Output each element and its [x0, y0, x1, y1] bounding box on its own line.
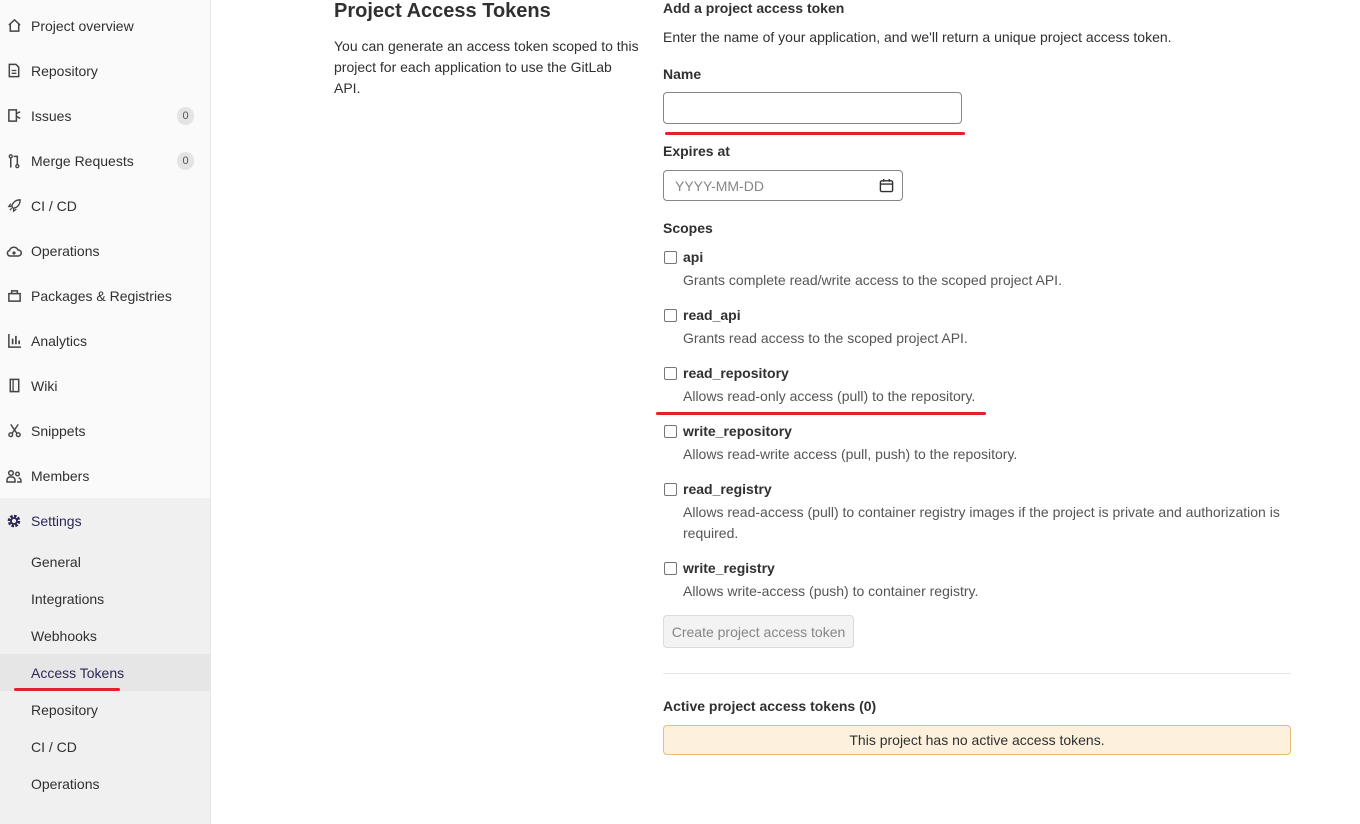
- scope-read-registry-checkbox[interactable]: [664, 483, 677, 496]
- sidebar-item-wiki[interactable]: Wiki: [0, 363, 210, 408]
- settings-sub-item-repository[interactable]: Repository: [0, 691, 210, 728]
- scope-write-registry-checkbox[interactable]: [664, 562, 677, 575]
- settings-sub-item-ci-cd[interactable]: CI / CD: [0, 728, 210, 765]
- settings-sub-item-general[interactable]: General: [0, 543, 210, 580]
- sidebar-item-label: Project overview: [31, 17, 134, 34]
- sidebar-item-label: Repository: [31, 62, 98, 79]
- scope-name[interactable]: api: [683, 249, 703, 265]
- settings-sub-item-webhooks[interactable]: Webhooks: [0, 617, 210, 654]
- sidebar-item-label: Packages & Registries: [31, 287, 172, 304]
- expires-at-label: Expires at: [663, 143, 730, 159]
- scopes-label: Scopes: [663, 220, 713, 236]
- scope-api-checkbox[interactable]: [664, 251, 677, 264]
- sidebar-item-label: Merge Requests: [31, 152, 134, 169]
- expires-at-input[interactable]: [663, 170, 903, 201]
- sidebar-item-merge-requests[interactable]: Merge Requests 0: [0, 138, 210, 183]
- issues-icon: [6, 108, 22, 124]
- page-title: Project Access Tokens: [334, 0, 551, 22]
- sidebar-item-packages-registries[interactable]: Packages & Registries: [0, 273, 210, 318]
- create-token-button[interactable]: Create project access token: [663, 615, 854, 648]
- scope-description: Allows read-only access (pull) to the re…: [683, 388, 976, 404]
- home-icon: [6, 18, 22, 34]
- settings-sub-item-integrations[interactable]: Integrations: [0, 580, 210, 617]
- issues-count-badge: 0: [177, 106, 194, 125]
- package-icon: [6, 288, 22, 304]
- sidebar-item-label: Snippets: [31, 422, 86, 439]
- sidebar-item-issues[interactable]: Issues 0: [0, 93, 210, 138]
- annotation-underline-access-tokens: [14, 688, 120, 691]
- sidebar-item-ci-cd[interactable]: CI / CD: [0, 183, 210, 228]
- scope-description: Allows write-access (push) to container …: [683, 583, 979, 599]
- scope-name[interactable]: write_repository: [683, 423, 792, 439]
- name-label: Name: [663, 66, 702, 82]
- scope-description: Grants complete read/write access to the…: [683, 272, 1062, 288]
- scope-name[interactable]: read_repository: [683, 365, 789, 381]
- sidebar-item-operations[interactable]: Operations: [0, 228, 210, 273]
- cloud-gear-icon: [6, 243, 22, 259]
- sidebar: Project overview Repository Issues 0 Mer…: [0, 0, 211, 824]
- settings-sub-item-label: Webhooks: [31, 627, 97, 644]
- scope-read-repository-checkbox[interactable]: [664, 367, 677, 380]
- calendar-icon[interactable]: [879, 178, 894, 193]
- scope-read-api-checkbox[interactable]: [664, 309, 677, 322]
- sidebar-item-repository[interactable]: Repository: [0, 48, 210, 93]
- scope-name[interactable]: read_api: [683, 307, 741, 323]
- sidebar-item-label: Issues: [31, 107, 72, 124]
- merge-request-icon: [6, 153, 22, 169]
- active-tokens-heading: Active project access tokens (0): [663, 698, 877, 714]
- token-name-input[interactable]: [663, 92, 962, 124]
- sidebar-item-analytics[interactable]: Analytics: [0, 318, 210, 363]
- page-description: You can generate an access token scoped …: [334, 38, 639, 96]
- rocket-icon: [6, 198, 22, 214]
- chart-icon: [6, 333, 22, 349]
- settings-sub-item-label: Operations: [31, 775, 100, 792]
- book-icon: [6, 378, 22, 394]
- annotation-underline-read-repository: [656, 412, 986, 415]
- sidebar-item-label: CI / CD: [31, 197, 77, 214]
- settings-sub-item-label: Access Tokens: [31, 664, 125, 681]
- scope-write-repository-checkbox[interactable]: [664, 425, 677, 438]
- sidebar-item-label: Operations: [31, 242, 100, 259]
- empty-tokens-alert: This project has no active access tokens…: [663, 725, 1291, 755]
- settings-sub-item-access-tokens[interactable]: Access Tokens: [0, 654, 210, 691]
- sidebar-item-settings[interactable]: Settings: [0, 498, 210, 543]
- settings-sub-item-label: Repository: [31, 701, 98, 718]
- divider: [663, 673, 1291, 674]
- sidebar-item-label: Settings: [31, 512, 82, 529]
- sidebar-item-label: Members: [31, 467, 90, 484]
- users-icon: [6, 468, 22, 484]
- sidebar-item-members[interactable]: Members: [0, 453, 210, 498]
- document-icon: [6, 63, 22, 79]
- scope-name[interactable]: write_registry: [683, 560, 775, 576]
- merge-requests-count-badge: 0: [177, 151, 194, 170]
- scissors-icon: [6, 423, 22, 439]
- sidebar-item-snippets[interactable]: Snippets: [0, 408, 210, 453]
- form-heading: Add a project access token: [663, 0, 845, 16]
- form-intro: Enter the name of your application, and …: [663, 29, 1172, 45]
- sidebar-item-label: Analytics: [31, 332, 88, 349]
- sidebar-item-label: Wiki: [31, 377, 58, 394]
- scope-description: Allows read-write access (pull, push) to…: [683, 446, 1018, 462]
- settings-sub-item-label: General: [31, 553, 81, 570]
- annotation-underline-name: [665, 132, 965, 135]
- settings-sub-item-label: Integrations: [31, 590, 105, 607]
- scope-description: Allows read-access (pull) to container r…: [683, 504, 1280, 541]
- scope-description: Grants read access to the scoped project…: [683, 330, 968, 346]
- scope-name[interactable]: read_registry: [683, 481, 772, 497]
- sidebar-item-project-overview[interactable]: Project overview: [0, 3, 210, 48]
- settings-sub-item-label: CI / CD: [31, 738, 77, 755]
- gear-icon: [6, 513, 22, 529]
- settings-sub-item-operations[interactable]: Operations: [0, 765, 210, 802]
